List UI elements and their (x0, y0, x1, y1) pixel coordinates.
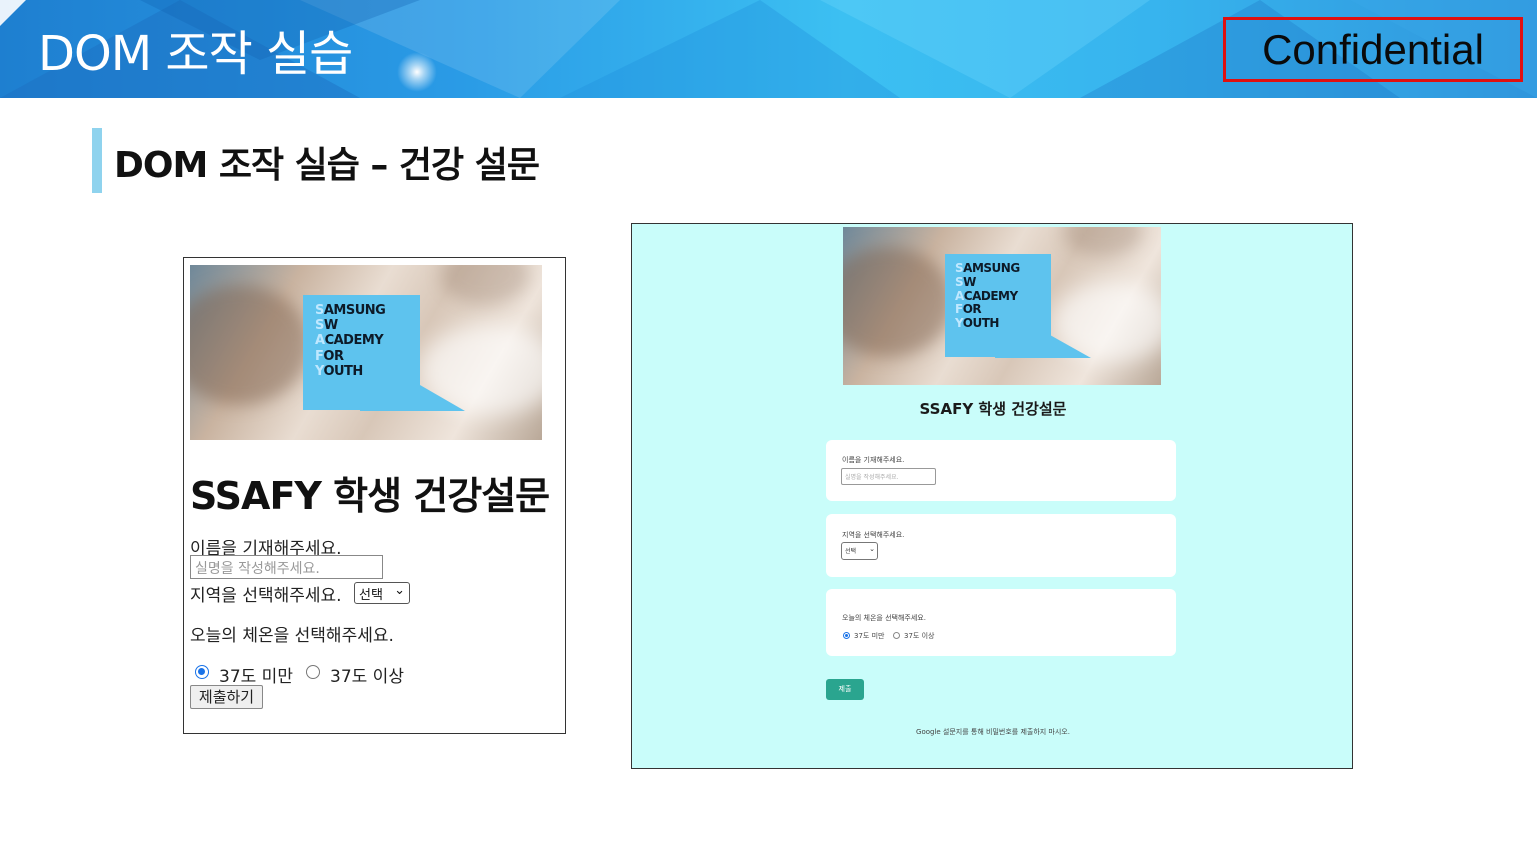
radio-below-37[interactable] (195, 665, 209, 679)
styled-form-screenshot: SAMSUNG SW ACADEMY FOR YOUTH SSAFY 학생 건강… (631, 223, 1353, 769)
radio-above-37[interactable] (306, 665, 320, 679)
styled-temperature-label: 오늘의 체온을 선택해주세요. (842, 614, 926, 622)
submit-button[interactable]: 제출하기 (190, 685, 263, 709)
styled-name-input[interactable]: 실명을 작성해주세요. (841, 468, 936, 485)
region-card: 지역을 선택해주세요. 선택 ⌄ (826, 514, 1176, 577)
region-select[interactable]: 선택 ⌄ (354, 582, 410, 604)
ssafy-logo-text-styled: SAMSUNG SW ACADEMY FOR YOUTH (955, 261, 1020, 331)
confidential-label: Confidential (1223, 17, 1523, 82)
form-title: SSAFY 학생 건강설문 (190, 474, 550, 518)
styled-form-footer: Google 설문지를 통해 비밀번호를 제출하지 마시오. (916, 728, 1070, 736)
styled-form-title: SSAFY 학생 건강설문 (919, 400, 1067, 418)
styled-region-label: 지역을 선택해주세요. (842, 531, 905, 539)
chevron-down-icon: ⌄ (394, 583, 405, 598)
name-input[interactable]: 실명을 작성해주세요. (190, 555, 383, 579)
slide-title: DOM 조작 실습 (38, 26, 353, 82)
corner-fold (0, 0, 26, 26)
styled-region-select[interactable]: 선택 ⌄ (841, 542, 878, 560)
plain-form-screenshot: SAMSUNG SW ACADEMY FOR YOUTH SSAFY 학생 건강… (183, 257, 566, 734)
styled-radio-below-37-label: 37도 미만 (854, 632, 885, 640)
ssafy-hero-image: SAMSUNG SW ACADEMY FOR YOUTH (190, 265, 542, 440)
section-accent-bar (92, 128, 102, 193)
slide-header-banner: DOM 조작 실습 Confidential (0, 0, 1537, 98)
temperature-card: 오늘의 체온을 선택해주세요. 37도 미만 37도 이상 (826, 589, 1176, 656)
name-card: 이름을 기재해주세요. 실명을 작성해주세요. (826, 440, 1176, 501)
styled-region-select-value: 선택 (845, 548, 857, 555)
ssafy-logo-text: SAMSUNG SW ACADEMY FOR YOUTH (315, 303, 386, 379)
styled-name-label: 이름을 기재해주세요. (842, 456, 905, 464)
region-label: 지역을 선택해주세요. (190, 586, 342, 606)
ssafy-hero-image-styled: SAMSUNG SW ACADEMY FOR YOUTH (843, 227, 1161, 385)
temperature-label: 오늘의 체온을 선택해주세요. (190, 626, 394, 646)
chevron-down-icon: ⌄ (869, 545, 875, 553)
styled-submit-button[interactable]: 제출 (826, 679, 864, 700)
radio-above-37-label: 37도 이상 (330, 667, 404, 687)
styled-radio-above-37-label: 37도 이상 (904, 632, 935, 640)
styled-radio-below-37[interactable] (843, 632, 850, 639)
radio-below-37-label: 37도 미만 (219, 667, 293, 687)
region-select-value: 선택 (359, 588, 383, 603)
sparkle-decoration (397, 52, 437, 92)
section-title: DOM 조작 실습 – 건강 설문 (114, 145, 540, 186)
styled-radio-above-37[interactable] (893, 632, 900, 639)
